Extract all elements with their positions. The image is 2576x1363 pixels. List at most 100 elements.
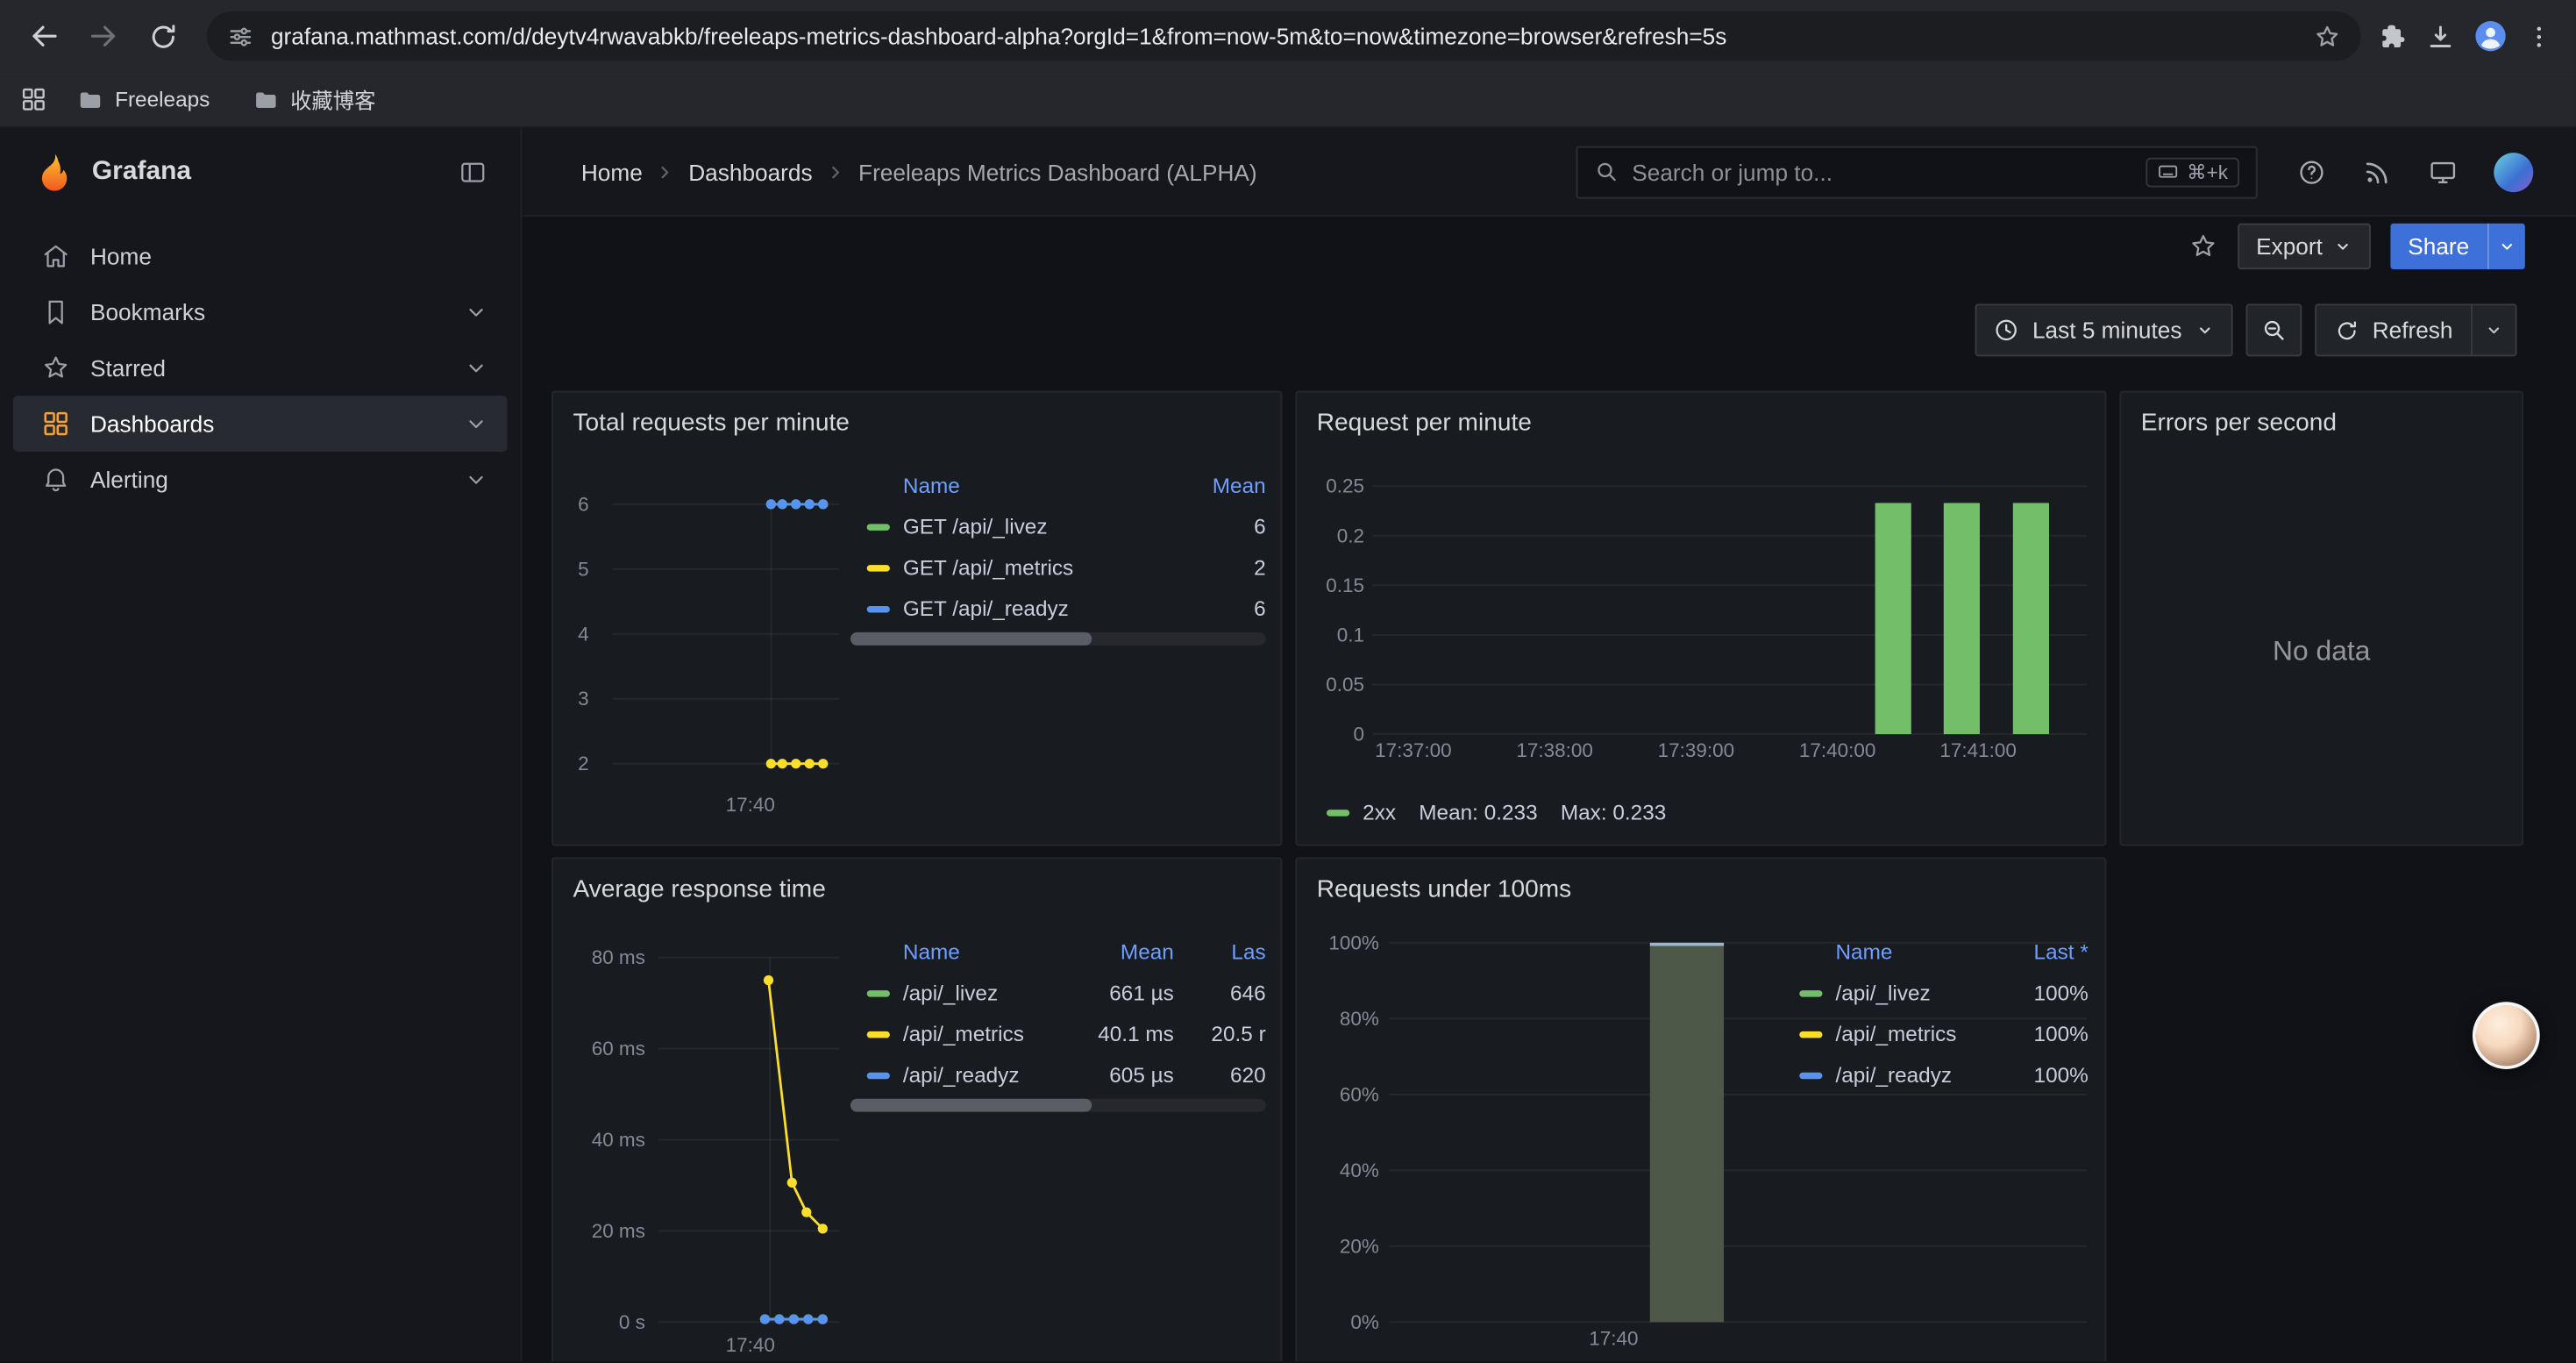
export-button[interactable]: Export — [2238, 224, 2371, 269]
legend-series-name[interactable]: GET /api/_metrics — [903, 555, 1191, 580]
bookmark-star-icon[interactable] — [2313, 22, 2341, 50]
back-button[interactable] — [17, 8, 73, 64]
legend-scrollbar[interactable] — [850, 632, 1266, 646]
forward-icon — [87, 19, 119, 52]
sidebar-item-home[interactable]: Home — [13, 228, 508, 284]
legend-series-name[interactable]: /api/_readyz — [903, 1063, 1059, 1088]
refresh-label: Refresh — [2373, 317, 2453, 343]
svg-text:17:40: 17:40 — [1589, 1328, 1638, 1345]
screen: grafana.mathmast.com/d/deytv4rwavabkb/fr… — [0, 0, 2576, 1363]
legend-row: /api/_metrics 40.1 ms 20.5 r — [850, 1013, 1266, 1054]
favorite-star-icon[interactable] — [2188, 232, 2218, 261]
legend-series-name[interactable]: GET /api/_livez — [903, 514, 1191, 539]
breadcrumb-dashboards[interactable]: Dashboards — [688, 159, 812, 185]
sidebar-collapse-icon[interactable] — [452, 151, 495, 194]
legend-series-last: 20.5 r — [1174, 1022, 1266, 1046]
legend-series-name[interactable]: GET /api/_readyz — [903, 596, 1191, 621]
browser-toolbar: grafana.mathmast.com/d/deytv4rwavabkb/fr… — [0, 0, 2576, 72]
legend-row: /api/_livez 661 µs 646 — [850, 973, 1266, 1014]
legend-scrollbar[interactable] — [850, 1099, 1266, 1112]
svg-text:17:37:00: 17:37:00 — [1375, 739, 1451, 761]
panel-title[interactable]: Average response time — [553, 859, 1281, 903]
sidebar-item-alerting[interactable]: Alerting — [13, 452, 508, 508]
sidebar-item-starred[interactable]: Starred — [13, 340, 508, 396]
legend-series-name[interactable]: /api/_metrics — [903, 1022, 1059, 1046]
legend-header-last[interactable]: Las — [1174, 939, 1266, 964]
bookmark-folder-freeleaps[interactable]: Freeleaps — [64, 80, 223, 119]
svg-text:6: 6 — [578, 493, 589, 515]
refresh-interval-caret[interactable] — [2471, 305, 2516, 354]
panel-title[interactable]: Requests under 100ms — [1297, 859, 2104, 903]
svg-text:40 ms: 40 ms — [592, 1129, 645, 1151]
legend-header-last[interactable]: Last * — [2013, 939, 2089, 964]
panel-title[interactable]: Errors per second — [2121, 393, 2522, 438]
panel-average-response-time: Average response time 80 ms60 ms40 ms20 … — [551, 857, 1282, 1361]
chevron-down-icon[interactable] — [465, 468, 487, 491]
avg-response-time-chart[interactable]: 80 ms60 ms40 ms20 ms0 s17:40 — [566, 931, 845, 1362]
star-icon — [41, 353, 71, 383]
chevron-right-icon — [826, 161, 845, 181]
help-icon[interactable] — [2297, 157, 2327, 187]
scrollbar-thumb[interactable] — [850, 632, 1092, 646]
svg-text:17:40: 17:40 — [726, 1334, 775, 1356]
legend-series-value: 6 — [1191, 514, 1266, 539]
sidebar-item-bookmarks[interactable]: Bookmarks — [13, 284, 508, 340]
search-input[interactable]: Search or jump to... ⌘+k — [1576, 146, 2258, 198]
svg-text:2: 2 — [578, 753, 589, 774]
breadcrumb-home[interactable]: Home — [581, 159, 643, 185]
svg-text:5: 5 — [578, 558, 589, 580]
url-bar[interactable]: grafana.mathmast.com/d/deytv4rwavabkb/fr… — [207, 11, 2361, 61]
legend-header-mean[interactable]: Mean — [1191, 473, 1266, 497]
profile-avatar[interactable] — [2473, 18, 2508, 54]
scrollbar-thumb[interactable] — [850, 1099, 1092, 1112]
folder-icon — [253, 86, 279, 112]
downloads-icon[interactable] — [2425, 20, 2457, 52]
legend-table: Name Mean GET /api/_livez 6 GET /api/_me… — [850, 465, 1266, 629]
zoom-out-button[interactable] — [2246, 303, 2302, 356]
legend-row: /api/_readyz 100% — [1783, 1054, 2089, 1095]
series-swatch — [1799, 1031, 1822, 1037]
grafana-logo-icon[interactable] — [32, 151, 75, 194]
forward-button[interactable] — [75, 8, 132, 64]
share-dropdown-caret[interactable] — [2487, 224, 2525, 269]
extensions-icon[interactable] — [2377, 20, 2409, 52]
sidebar-item-dashboards[interactable]: Dashboards — [13, 396, 508, 452]
chevron-down-icon[interactable] — [465, 356, 487, 379]
reload-button[interactable] — [135, 8, 191, 64]
bookmark-label: Freeleaps — [115, 87, 210, 111]
sidebar-item-label: Home — [90, 243, 487, 269]
svg-text:100%: 100% — [1328, 931, 1378, 953]
share-button[interactable]: Share — [2390, 224, 2487, 269]
panel-requests-under-100ms: Requests under 100ms 100%80%60%40%20%0%1… — [1295, 857, 2106, 1361]
assistant-avatar-bubble[interactable] — [2473, 1002, 2540, 1069]
news-rss-icon[interactable] — [2363, 157, 2393, 187]
monitor-icon[interactable] — [2428, 157, 2458, 187]
apps-grid-icon[interactable] — [19, 85, 47, 113]
legend-series-name[interactable]: /api/_livez — [903, 981, 1059, 1005]
svg-text:60 ms: 60 ms — [592, 1038, 645, 1060]
request-per-minute-chart[interactable]: 0.250.20.150.10.05017:37:0017:38:0017:39… — [1310, 465, 2095, 834]
time-range-picker[interactable]: Last 5 minutes — [1975, 303, 2232, 356]
panel-title[interactable]: Total requests per minute — [553, 393, 1281, 438]
url-text[interactable]: grafana.mathmast.com/d/deytv4rwavabkb/fr… — [271, 23, 2297, 49]
total-requests-chart[interactable]: 6543217:40 — [566, 465, 845, 819]
legend-series-name[interactable]: 2xx — [1363, 800, 1396, 824]
refresh-button[interactable]: Refresh — [2316, 305, 2471, 354]
legend-series-mean: 605 µs — [1059, 1063, 1174, 1088]
chevron-down-icon[interactable] — [465, 301, 487, 324]
legend-series-name[interactable]: /api/_readyz — [1835, 1063, 2012, 1088]
legend-header-mean[interactable]: Mean — [1059, 939, 1174, 964]
legend-row: /api/_metrics 100% — [1783, 1013, 2089, 1054]
svg-text:17:38:00: 17:38:00 — [1516, 739, 1592, 761]
chevron-down-icon[interactable] — [465, 412, 487, 435]
legend-series-name[interactable]: /api/_livez — [1835, 981, 2012, 1005]
browser-menu-icon[interactable] — [2525, 22, 2553, 50]
panel-title[interactable]: Request per minute — [1297, 393, 2104, 438]
bookmark-folder-blogs[interactable]: 收藏博客 — [239, 77, 388, 122]
user-avatar[interactable] — [2494, 152, 2533, 191]
legend-series-name[interactable]: /api/_metrics — [1835, 1022, 2012, 1046]
legend-header-name[interactable]: Name — [903, 473, 1191, 497]
site-info-icon[interactable] — [226, 22, 254, 50]
legend-header-name[interactable]: Name — [1835, 939, 2012, 964]
legend-header-name[interactable]: Name — [903, 939, 1059, 964]
